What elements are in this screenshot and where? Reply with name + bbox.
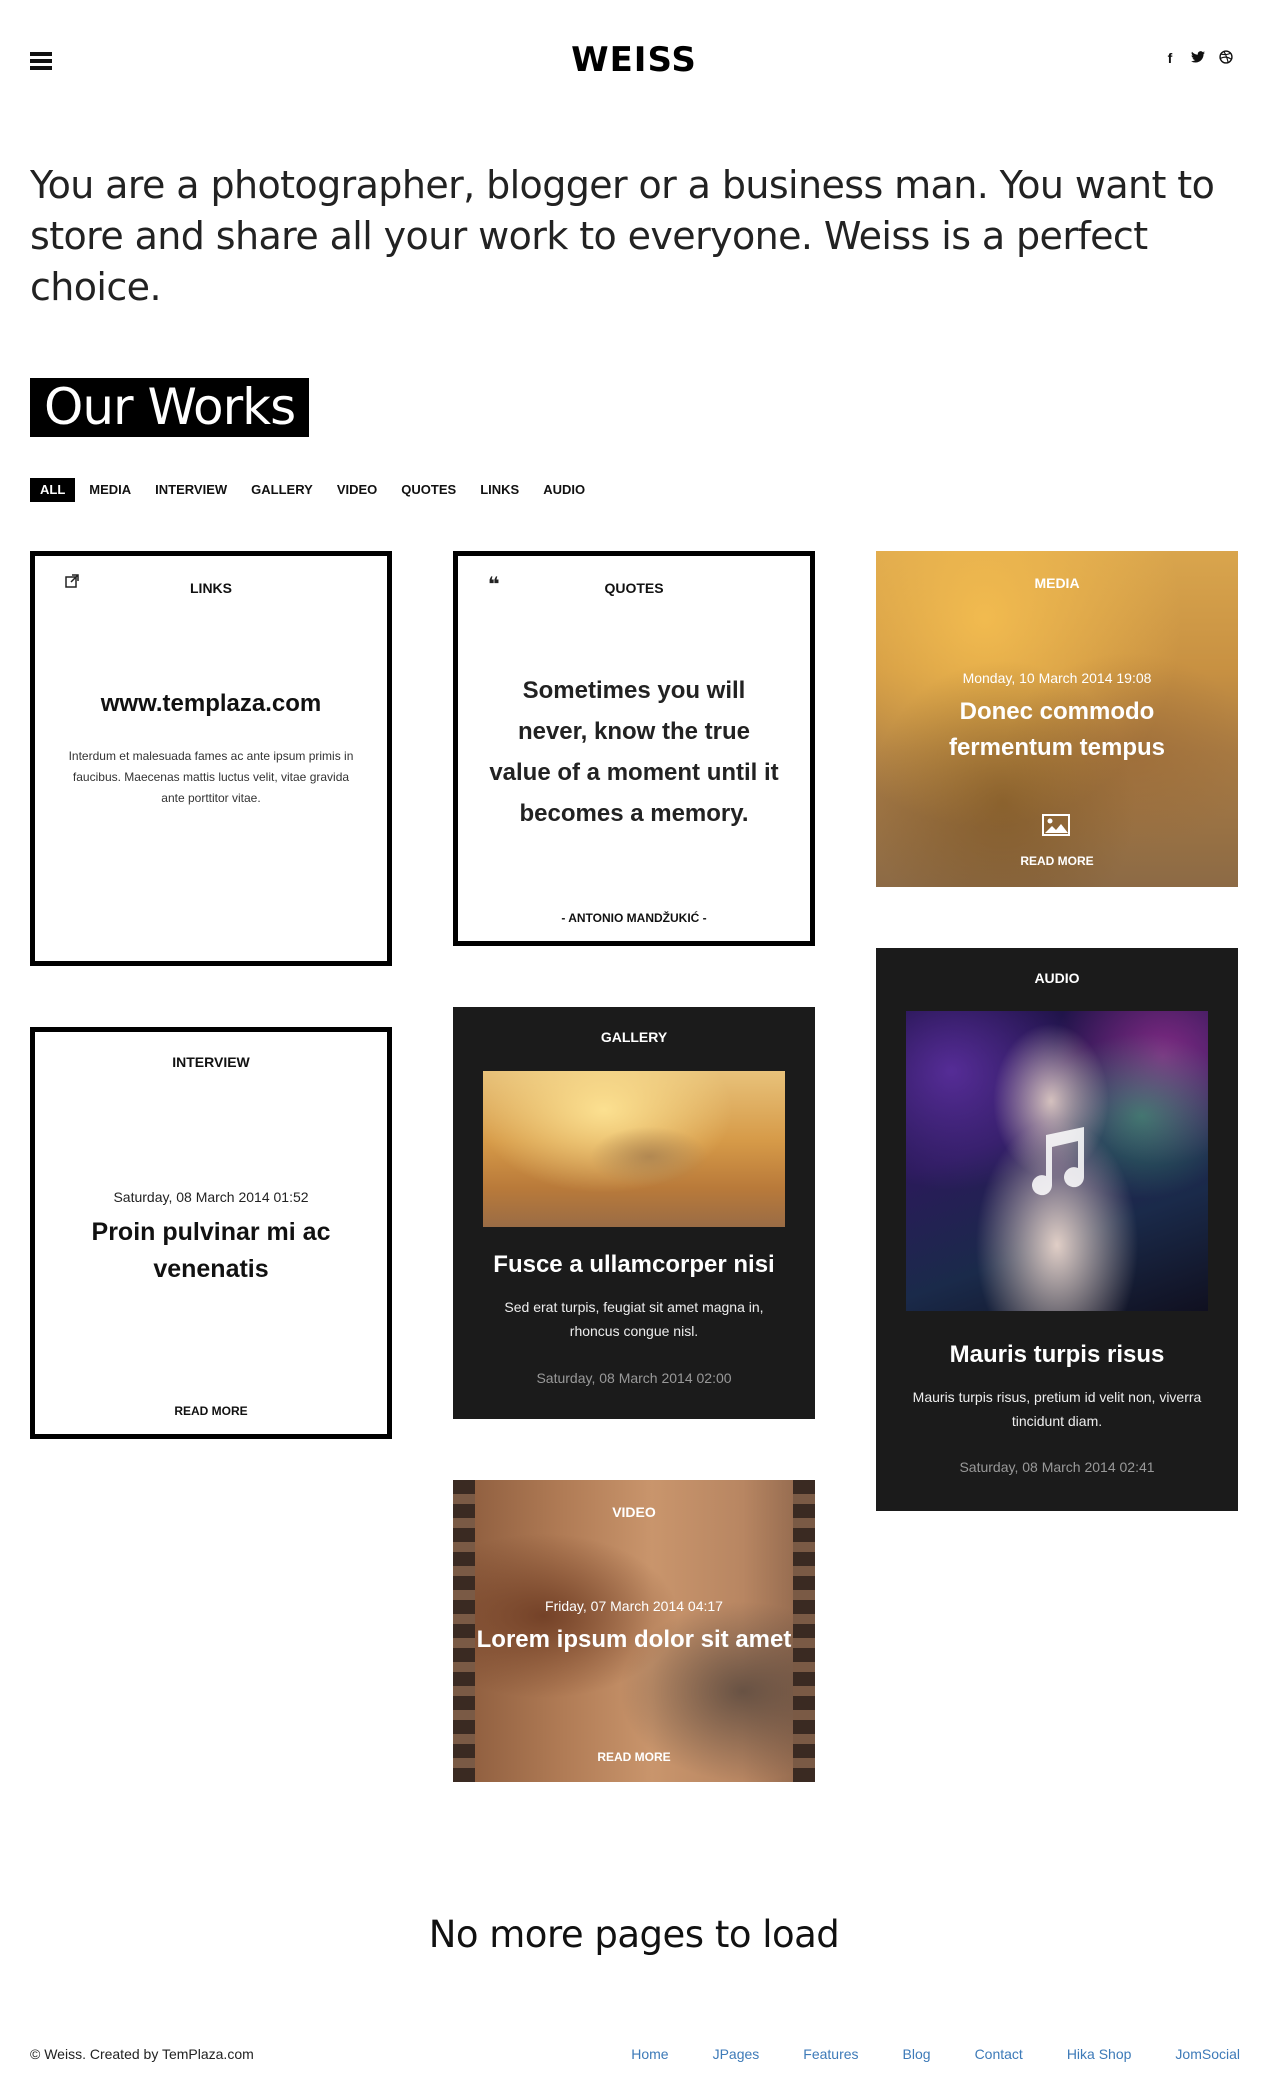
card-audio[interactable]: AUDIO Mauris turpis risus Mauris turpis … (876, 948, 1238, 1511)
card-date: Monday, 10 March 2014 19:08 (962, 670, 1152, 686)
filter-gallery[interactable]: GALLERY (241, 478, 323, 502)
intro-text: You are a photographer, blogger or a bus… (30, 163, 1215, 309)
read-more-link[interactable]: READ MORE (876, 854, 1238, 868)
card-title[interactable]: Lorem ipsum dolor sit amet (473, 1622, 795, 1658)
no-more-pages-text: No more pages to load (428, 1913, 840, 1956)
audio-cover[interactable] (906, 1011, 1208, 1311)
filter-bar: ALL MEDIA INTERVIEW GALLERY VIDEO QUOTES… (30, 478, 599, 502)
card-gallery[interactable]: GALLERY Fusce a ullamcorper nisi Sed era… (453, 1007, 815, 1419)
filter-audio[interactable]: AUDIO (533, 478, 595, 502)
filter-links[interactable]: LINKS (470, 478, 529, 502)
film-strip-right (793, 1480, 815, 1782)
card-date: Saturday, 08 March 2014 01:52 (113, 1189, 309, 1205)
card-title[interactable]: Proin pulvinar mi ac venenatis (65, 1214, 357, 1288)
card-media[interactable]: MEDIA Monday, 10 March 2014 19:08 Donec … (876, 551, 1238, 887)
facebook-icon[interactable]: f (1160, 50, 1180, 70)
card-category: MEDIA (1034, 575, 1080, 591)
card-category: VIDEO (612, 1504, 656, 1520)
read-more-link[interactable]: READ MORE (453, 1750, 815, 1764)
footer-copyright: © Weiss. Created by TemPlaza.com (30, 2046, 254, 2062)
card-category: AUDIO (1034, 970, 1080, 986)
site-logo[interactable]: WEISS (0, 40, 1268, 80)
card-title[interactable]: Mauris turpis risus (896, 1341, 1218, 1369)
card-excerpt: Interdum et malesuada fames ac ante ipsu… (68, 749, 354, 805)
card-category: GALLERY (600, 1029, 668, 1045)
filter-video[interactable]: VIDEO (327, 478, 387, 502)
film-strip-left (453, 1480, 475, 1782)
footer-link-home[interactable]: Home (631, 2046, 668, 2062)
card-category: LINKS (190, 580, 232, 596)
footer-link-hika-shop[interactable]: Hika Shop (1067, 2046, 1132, 2062)
footer-link-jpages[interactable]: JPages (713, 2046, 760, 2062)
card-date: Saturday, 08 March 2014 02:00 (536, 1370, 732, 1386)
card-category: QUOTES (604, 580, 664, 596)
footer-link-contact[interactable]: Contact (975, 2046, 1023, 2062)
dribbble-icon[interactable] (1216, 50, 1236, 70)
twitter-icon[interactable] (1188, 50, 1208, 70)
card-category: INTERVIEW (172, 1054, 250, 1070)
section-title: Our Works (30, 378, 310, 437)
footer-link-features[interactable]: Features (803, 2046, 858, 2062)
filter-quotes[interactable]: QUOTES (391, 478, 466, 502)
card-excerpt: Sed erat turpis, feugiat sit amet magna … (504, 1299, 764, 1339)
card-title[interactable]: Donec commodo fermentum tempus (896, 694, 1218, 766)
card-excerpt: Mauris turpis risus, pretium id velit no… (912, 1389, 1202, 1429)
card-date: Friday, 07 March 2014 04:17 (545, 1598, 723, 1614)
card-date: Saturday, 08 March 2014 02:41 (959, 1459, 1155, 1475)
filter-interview[interactable]: INTERVIEW (145, 478, 237, 502)
read-more-link[interactable]: READ MORE (35, 1404, 387, 1418)
footer-nav: Home JPages Features Blog Contact Hika S… (587, 2046, 1240, 2062)
card-links[interactable]: LINKS www.templaza.com Interdum et males… (30, 551, 392, 966)
music-note-icon (1024, 1127, 1090, 1197)
footer-link-jomsocial[interactable]: JomSocial (1175, 2046, 1240, 2062)
card-interview[interactable]: INTERVIEW Saturday, 08 March 2014 01:52 … (30, 1027, 392, 1439)
filter-all[interactable]: ALL (30, 478, 76, 502)
gallery-thumbnail[interactable] (483, 1071, 785, 1227)
quote-author: - ANTONIO MANDŽUKIĆ - (561, 911, 707, 925)
card-video[interactable]: VIDEO Friday, 07 March 2014 04:17 Lorem … (453, 1480, 815, 1782)
quote-text: Sometimes you will never, know the true … (489, 677, 779, 827)
card-title[interactable]: Fusce a ullamcorper nisi (473, 1251, 795, 1279)
image-icon (1042, 814, 1070, 836)
link-url[interactable]: www.templaza.com (35, 690, 387, 718)
filter-media[interactable]: MEDIA (79, 478, 141, 502)
card-quotes[interactable]: ❝ QUOTES Sometimes you will never, know … (453, 551, 815, 946)
footer-link-blog[interactable]: Blog (903, 2046, 931, 2062)
